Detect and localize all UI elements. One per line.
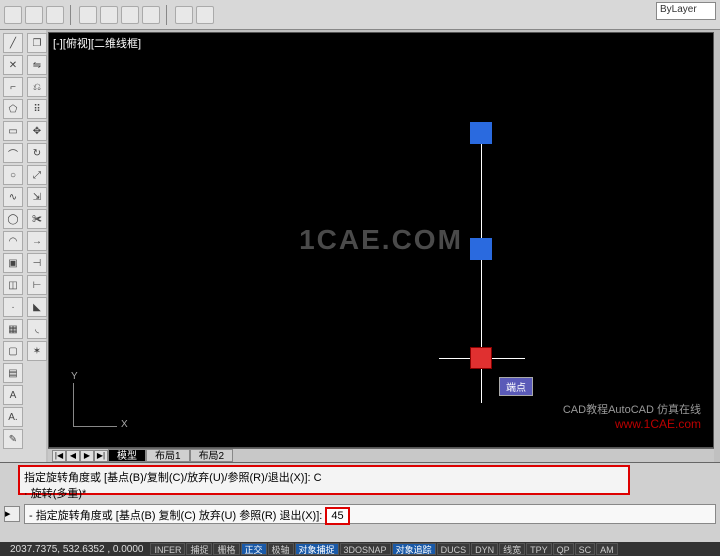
rectangle-tool-icon[interactable]: ▭ — [3, 121, 23, 141]
chamfer-tool-icon[interactable]: ◣ — [27, 297, 47, 317]
drawing-canvas[interactable]: [-][俯视][二维线框] 1CAE.COM CAD教程AutoCAD 仿真在线… — [48, 32, 714, 448]
line-tool-icon[interactable]: ╱ — [3, 33, 23, 53]
addselect-tool-icon[interactable]: A. — [3, 407, 23, 427]
layout-tab-layout1[interactable]: 布局1 — [146, 449, 190, 462]
make-block-icon[interactable]: ◫ — [3, 275, 23, 295]
mtext-tool-icon[interactable]: A — [3, 385, 23, 405]
mirror-tool-icon[interactable]: ⇋ — [27, 55, 47, 75]
trim-tool-icon[interactable]: ✀ — [27, 209, 47, 229]
fillet-tool-icon[interactable]: ◟ — [27, 319, 47, 339]
command-panel: 指定旋转角度或 [基点(B)/复制(C)/放弃(U)/参照(R)/退出(X)]:… — [0, 462, 720, 542]
array-tool-icon[interactable]: ⠿ — [27, 99, 47, 119]
command-history-line: 指定旋转角度或 [基点(B)/复制(C)/放弃(U)/参照(R)/退出(X)]:… — [24, 469, 624, 485]
watermark-url: www.1CAE.com — [615, 417, 701, 431]
status-bar: 2037.7375, 532.6352 , 0.0000 INFER 捕捉 栅格… — [0, 542, 720, 556]
top-toolbar: ByLayer — [0, 0, 720, 30]
polyline-tool-icon[interactable]: ⌐ — [3, 77, 23, 97]
status-ducs-button[interactable]: DUCS — [437, 543, 471, 555]
ellipse-arc-tool-icon[interactable]: ◠ — [3, 231, 23, 251]
xline-tool-icon[interactable]: ✕ — [3, 55, 23, 75]
layer-style-dropdown[interactable]: ByLayer — [656, 2, 716, 20]
separator — [70, 5, 73, 25]
grip-selected[interactable] — [470, 122, 492, 144]
tool-generic-icon[interactable] — [121, 6, 139, 24]
status-osnap-button[interactable]: 对象捕捉 — [295, 543, 339, 555]
copy-tool-icon[interactable]: ❐ — [27, 33, 47, 53]
osnap-tooltip: 端点 — [499, 377, 533, 396]
status-dyn-button[interactable]: DYN — [471, 543, 498, 555]
rotate-tool-icon[interactable]: ↻ — [27, 143, 47, 163]
join-tool-icon[interactable]: ⊢ — [27, 275, 47, 295]
watermark-caption: CAD教程AutoCAD 仿真在线 — [563, 401, 701, 417]
insert-block-icon[interactable]: ▣ — [3, 253, 23, 273]
tool-generic-icon[interactable] — [79, 6, 97, 24]
status-tpy-button[interactable]: TPY — [526, 543, 552, 555]
separator — [166, 5, 169, 25]
status-infer-button[interactable]: INFER — [150, 543, 185, 555]
draw-modify-toolbar: ╱ ✕ ⌐ ⬠ ▭ ⌒ ○ ∿ ◯ ◠ ▣ ◫ · ▦ ▢ ▤ A A. ✎ ❐… — [0, 30, 46, 462]
watermark-text: 1CAE.COM — [299, 224, 463, 256]
circle-tool-icon[interactable]: ○ — [3, 165, 23, 185]
viewport-label[interactable]: [-][俯视][二维线框] — [53, 35, 141, 51]
tool-generic-icon[interactable] — [142, 6, 160, 24]
offset-tool-icon[interactable]: ⎌ — [27, 77, 47, 97]
status-am-button[interactable]: AM — [596, 543, 618, 555]
status-qp-button[interactable]: QP — [553, 543, 574, 555]
command-prompt-icon[interactable]: ▸ — [4, 506, 20, 522]
tool-generic-icon[interactable] — [196, 6, 214, 24]
status-otrack-button[interactable]: 对象追踪 — [392, 543, 436, 555]
scale-tool-icon[interactable]: ⤢ — [27, 165, 47, 185]
layout-tab-model[interactable]: 模型 — [108, 449, 146, 462]
status-snap-button[interactable]: 捕捉 — [186, 543, 212, 555]
status-grid-button[interactable]: 栅格 — [213, 543, 239, 555]
move-tool-icon[interactable]: ✥ — [27, 121, 47, 141]
region-tool-icon[interactable]: ▢ — [3, 341, 23, 361]
tab-nav-next-icon[interactable]: ▶ — [80, 450, 94, 462]
layout-tab-bar: |◀ ◀ ▶ ▶| 模型 布局1 布局2 — [48, 448, 714, 462]
grip-hot[interactable] — [470, 347, 492, 369]
tool-generic-icon[interactable] — [46, 6, 64, 24]
tool-generic-icon[interactable] — [4, 6, 22, 24]
tool-generic-icon[interactable] — [175, 6, 193, 24]
command-history: 指定旋转角度或 [基点(B)/复制(C)/放弃(U)/参照(R)/退出(X)]:… — [18, 465, 630, 495]
layout-tab-layout2[interactable]: 布局2 — [190, 449, 234, 462]
status-lwt-button[interactable]: 线宽 — [499, 543, 525, 555]
command-prompt-text: - 指定旋转角度或 [基点(B) 复制(C) 放弃(U) 参照(R) 退出(X)… — [29, 510, 322, 522]
point-tool-icon[interactable]: · — [3, 297, 23, 317]
command-history-line: · 旋转(多重)* — [24, 485, 624, 501]
status-sc-button[interactable]: SC — [575, 543, 596, 555]
tab-nav-first-icon[interactable]: |◀ — [52, 450, 66, 462]
command-input-value[interactable]: 45 — [325, 507, 349, 525]
erase-tool-icon[interactable]: ✎ — [3, 429, 23, 449]
command-input[interactable]: - 指定旋转角度或 [基点(B) 复制(C) 放弃(U) 参照(R) 退出(X)… — [24, 504, 716, 524]
tab-nav-last-icon[interactable]: ▶| — [94, 450, 108, 462]
table-tool-icon[interactable]: ▤ — [3, 363, 23, 383]
grip-selected[interactable] — [470, 238, 492, 260]
polygon-tool-icon[interactable]: ⬠ — [3, 99, 23, 119]
explode-tool-icon[interactable]: ✶ — [27, 341, 47, 361]
tool-generic-icon[interactable] — [100, 6, 118, 24]
tab-nav-prev-icon[interactable]: ◀ — [66, 450, 80, 462]
tool-generic-icon[interactable] — [25, 6, 43, 24]
ellipse-tool-icon[interactable]: ◯ — [3, 209, 23, 229]
stretch-tool-icon[interactable]: ⇲ — [27, 187, 47, 207]
coordinate-readout[interactable]: 2037.7375, 532.6352 , 0.0000 — [4, 544, 149, 555]
extend-tool-icon[interactable]: → — [27, 231, 47, 251]
hatch-tool-icon[interactable]: ▦ — [3, 319, 23, 339]
break-tool-icon[interactable]: ⊣ — [27, 253, 47, 273]
status-ortho-button[interactable]: 正交 — [241, 543, 267, 555]
spline-tool-icon[interactable]: ∿ — [3, 187, 23, 207]
arc-tool-icon[interactable]: ⌒ — [3, 143, 23, 163]
status-polar-button[interactable]: 极轴 — [268, 543, 294, 555]
status-3dosnap-button[interactable]: 3DOSNAP — [340, 543, 391, 555]
